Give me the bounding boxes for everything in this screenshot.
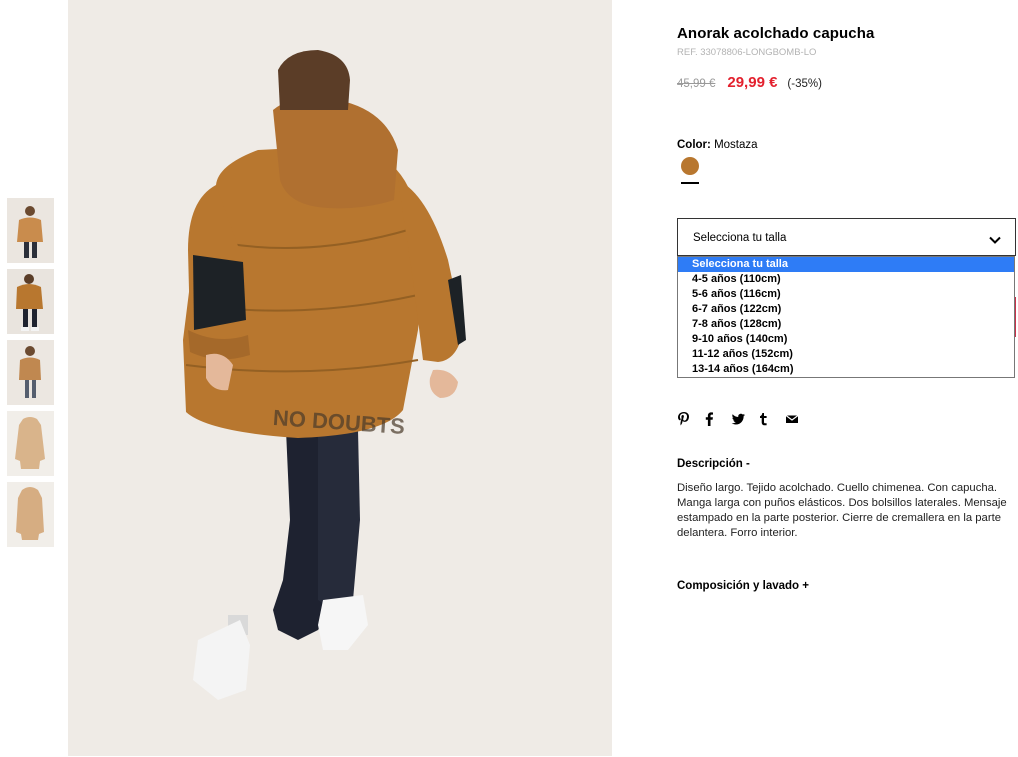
facebook-icon[interactable] bbox=[704, 411, 731, 427]
color-swatch-mostaza[interactable] bbox=[681, 157, 699, 175]
product-main-image: NO DOUBTS bbox=[68, 0, 612, 756]
product-reference: REF. 33078806-LONGBOMB-LO bbox=[677, 47, 817, 58]
thumbnail-2[interactable] bbox=[7, 269, 54, 334]
sale-price: 29,99 € bbox=[727, 74, 778, 91]
discount-badge: (-35%) bbox=[787, 78, 822, 90]
size-dropdown-list: Selecciona tu talla 4-5 años (110cm) 5-6… bbox=[677, 256, 1015, 378]
tumblr-icon[interactable] bbox=[758, 411, 785, 427]
thumbnail-1[interactable] bbox=[7, 198, 54, 263]
description-toggle[interactable]: Descripción - bbox=[677, 458, 750, 470]
twitter-icon[interactable] bbox=[731, 411, 758, 427]
thumbnail-4[interactable] bbox=[7, 411, 54, 476]
original-price: 45,99 € bbox=[677, 78, 716, 90]
size-option[interactable]: 11-12 años (152cm) bbox=[678, 347, 1014, 362]
swatch-selected-indicator bbox=[681, 182, 699, 184]
size-option[interactable]: 7-8 años (128cm) bbox=[678, 317, 1014, 332]
chevron-down-icon bbox=[989, 232, 1001, 250]
size-option[interactable]: 6-7 años (122cm) bbox=[678, 302, 1014, 317]
size-option[interactable]: 13-14 años (164cm) bbox=[678, 362, 1014, 377]
price-row: 45,99 € 29,99 € (-35%) bbox=[677, 74, 822, 91]
thumbnail-5[interactable] bbox=[7, 482, 54, 547]
color-label-row: Color: Mostaza bbox=[677, 139, 758, 151]
product-title: Anorak acolchado capucha bbox=[677, 25, 875, 42]
size-option[interactable]: 4-5 años (110cm) bbox=[678, 272, 1014, 287]
color-value: Mostaza bbox=[714, 139, 758, 151]
size-option[interactable]: 5-6 años (116cm) bbox=[678, 287, 1014, 302]
thumbnail-list bbox=[7, 198, 54, 553]
email-icon[interactable] bbox=[785, 411, 812, 427]
pinterest-icon[interactable] bbox=[677, 411, 704, 427]
share-bar bbox=[677, 411, 812, 427]
color-label: Color: bbox=[677, 139, 711, 151]
thumbnail-3[interactable] bbox=[7, 340, 54, 405]
composition-toggle[interactable]: Composición y lavado + bbox=[677, 580, 809, 592]
description-text: Diseño largo. Tejido acolchado. Cuello c… bbox=[677, 482, 1007, 539]
size-select-label: Selecciona tu talla bbox=[693, 232, 787, 244]
size-option[interactable]: 9-10 años (140cm) bbox=[678, 332, 1014, 347]
size-select[interactable]: Selecciona tu talla bbox=[677, 218, 1016, 256]
size-option[interactable]: Selecciona tu talla bbox=[678, 257, 1014, 272]
